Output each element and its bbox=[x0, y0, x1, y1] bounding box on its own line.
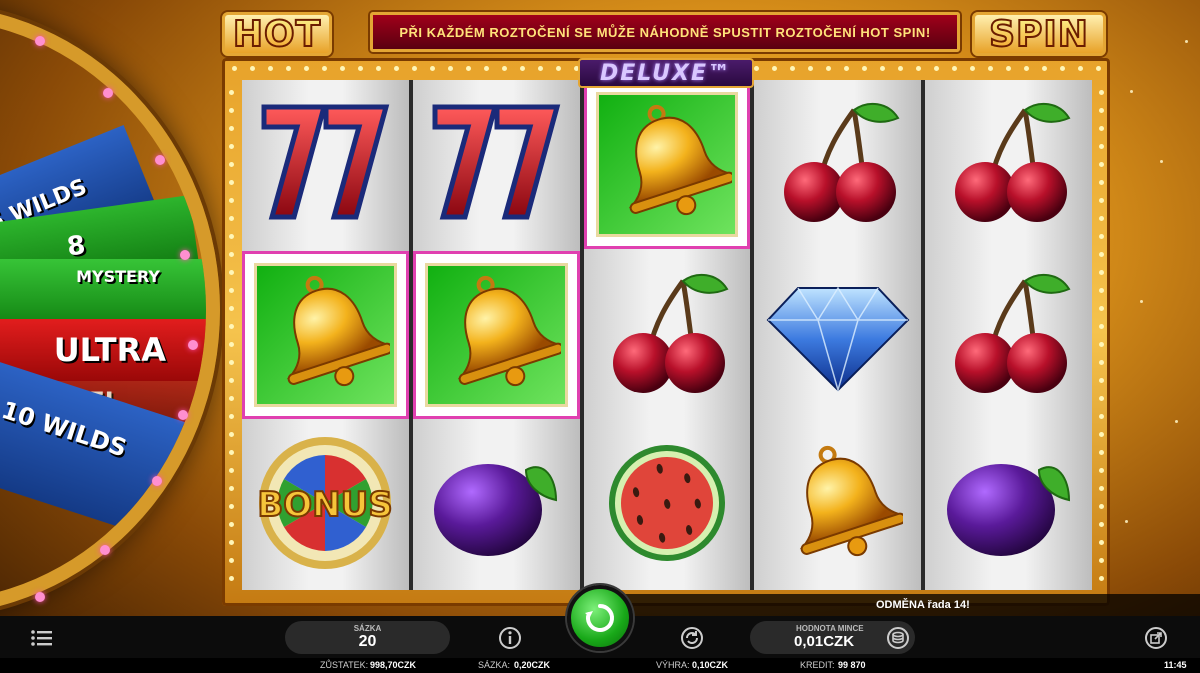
bet-selector[interactable]: SÁZKA 20 bbox=[285, 621, 450, 654]
credit-value: 99 870 bbox=[838, 660, 866, 670]
status-bar: ZŮSTATEK: 998,70CZK SÁZKA: 0,20CZK VÝHRA… bbox=[0, 658, 1200, 673]
spin-button[interactable] bbox=[567, 585, 633, 651]
menu-icon[interactable] bbox=[30, 626, 54, 650]
plum-icon bbox=[939, 438, 1079, 573]
win-label: VÝHRA: bbox=[656, 660, 690, 670]
symbol-diamond bbox=[754, 251, 921, 420]
symbol-cherry bbox=[925, 80, 1092, 249]
clock: 11:45 bbox=[1164, 660, 1187, 670]
balance-value: 998,70CZK bbox=[370, 660, 417, 670]
symbol-plum bbox=[925, 421, 1092, 590]
cherry-icon bbox=[768, 92, 908, 237]
bonus-icon: BONUS bbox=[245, 428, 405, 583]
balance-label: ZŮSTATEK: bbox=[320, 660, 369, 670]
diamond-icon bbox=[763, 268, 913, 403]
reels-grid: BONUS bbox=[242, 80, 1092, 590]
bet-label: SÁZKA bbox=[353, 624, 382, 633]
cherry-icon bbox=[939, 92, 1079, 237]
bet-value: 20 bbox=[358, 633, 377, 650]
hot-spin-banner: PŘI KAŽDÉM ROZTOČENÍ SE MŮŽE NÁHODNĚ SPU… bbox=[370, 12, 960, 52]
symbol-cherry bbox=[925, 251, 1092, 420]
bell-icon bbox=[602, 97, 735, 232]
cherry-icon bbox=[939, 263, 1079, 408]
symbol-bell-winning bbox=[583, 80, 751, 249]
status-bet-value: 0,20CZK bbox=[514, 660, 551, 670]
spin-arrow-icon bbox=[585, 604, 614, 632]
symbol-seven bbox=[242, 80, 409, 249]
credit-label: KREDIT: bbox=[800, 660, 835, 670]
symbol-cherry bbox=[584, 251, 751, 420]
external-link-icon[interactable] bbox=[1144, 626, 1168, 650]
seven-icon bbox=[426, 92, 566, 237]
bonus-text: BONUS bbox=[258, 485, 393, 525]
autoplay-icon[interactable] bbox=[680, 626, 704, 650]
cherry-icon bbox=[597, 263, 737, 408]
reward-strip: ODMĚNA řada 14! bbox=[600, 594, 1200, 616]
reel-1: BONUS bbox=[242, 80, 409, 590]
reel-4 bbox=[754, 80, 922, 590]
plum-icon bbox=[426, 438, 566, 573]
hot-title: HOT bbox=[222, 12, 332, 56]
game-stage: 5 WILDS 8 MYSTERY ULTRA REEL 10 WILDS HO… bbox=[0, 0, 1200, 673]
reel-3 bbox=[583, 80, 751, 590]
bell-icon bbox=[431, 268, 565, 403]
symbol-plum bbox=[413, 421, 580, 590]
wheel-segment-mystery: MYSTERY bbox=[0, 259, 206, 319]
symbol-seven bbox=[413, 80, 580, 249]
deluxe-badge: DELUXE™ bbox=[578, 58, 754, 88]
seven-icon bbox=[255, 92, 395, 237]
reel-5 bbox=[925, 80, 1092, 590]
reel-2 bbox=[412, 80, 580, 590]
info-icon[interactable] bbox=[498, 626, 522, 650]
spin-title: SPIN bbox=[972, 12, 1106, 56]
status-bet-label: SÁZKA: bbox=[478, 660, 511, 670]
symbol-bell-winning bbox=[242, 250, 409, 420]
coins-icon[interactable] bbox=[886, 626, 910, 650]
symbol-cherry bbox=[754, 80, 921, 249]
win-value: 0,10CZK bbox=[692, 660, 729, 670]
symbol-watermelon bbox=[584, 421, 751, 590]
symbol-bonus: BONUS bbox=[242, 421, 409, 590]
bell-icon bbox=[260, 268, 394, 403]
symbol-bell bbox=[754, 421, 921, 590]
bell-icon bbox=[773, 438, 906, 573]
symbol-bell-winning bbox=[412, 250, 580, 420]
watermelon-icon bbox=[597, 438, 737, 573]
